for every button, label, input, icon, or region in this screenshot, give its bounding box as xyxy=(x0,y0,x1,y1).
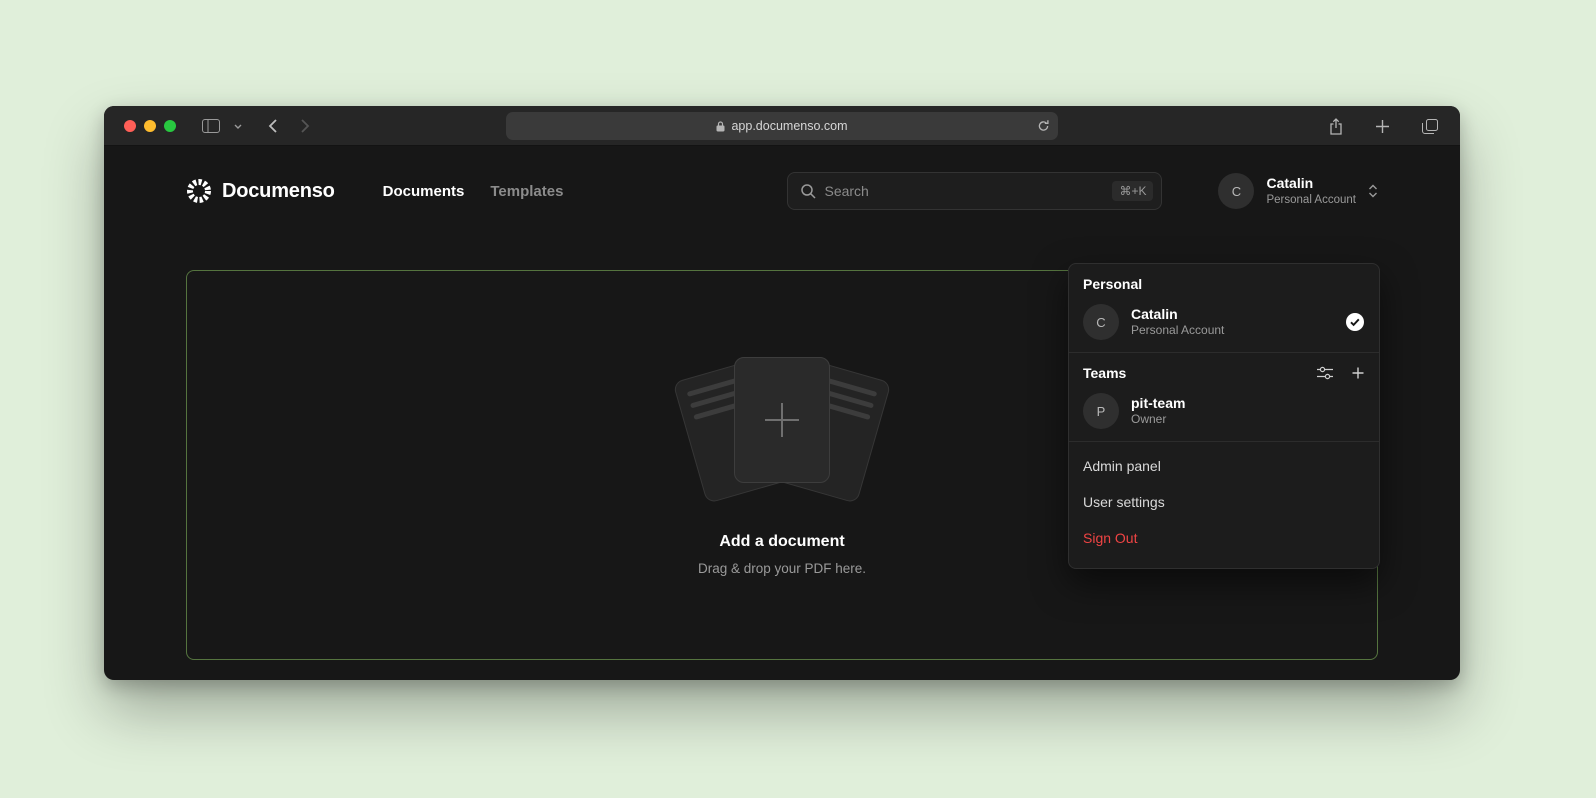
brand-logo-link[interactable]: Documenso xyxy=(186,178,335,204)
brand-name: Documenso xyxy=(222,180,335,203)
menu-item-admin-panel[interactable]: Admin panel xyxy=(1069,448,1379,484)
search-input[interactable] xyxy=(824,183,1104,199)
new-tab-icon[interactable] xyxy=(1369,112,1396,140)
account-name: Catalin xyxy=(1266,175,1356,193)
zoom-window-button[interactable] xyxy=(164,120,176,132)
tab-overview-icon[interactable] xyxy=(1416,112,1444,140)
manage-teams-icon[interactable] xyxy=(1317,366,1333,380)
team-avatar: P xyxy=(1083,393,1119,429)
personal-type: Personal Account xyxy=(1131,323,1224,339)
account-menu-button[interactable]: C Catalin Personal Account xyxy=(1218,173,1378,209)
share-icon[interactable] xyxy=(1323,112,1349,140)
team-name: pit-team xyxy=(1131,394,1185,412)
teams-section-header: Teams xyxy=(1069,353,1379,389)
search-icon xyxy=(800,183,816,199)
add-team-icon[interactable] xyxy=(1351,366,1365,380)
account-dropdown-menu: Personal C Catalin Personal Account Team… xyxy=(1068,263,1380,569)
sidebar-toggle-icon[interactable] xyxy=(196,112,226,140)
forward-button[interactable] xyxy=(295,112,316,140)
back-button[interactable] xyxy=(262,112,283,140)
personal-name: Catalin xyxy=(1131,305,1224,323)
nav-item-templates[interactable]: Templates xyxy=(490,183,563,200)
url-text: app.documenso.com xyxy=(731,119,847,133)
refresh-icon[interactable] xyxy=(1037,120,1050,133)
account-avatar: C xyxy=(1218,173,1254,209)
nav-item-documents[interactable]: Documents xyxy=(383,183,465,200)
toolbar-nav-group xyxy=(196,106,316,146)
personal-section-label: Personal xyxy=(1069,264,1379,300)
primary-nav: Documents Templates xyxy=(383,183,564,200)
close-window-button[interactable] xyxy=(124,120,136,132)
browser-toolbar: app.documenso.com xyxy=(104,106,1460,146)
teams-section-label: Teams xyxy=(1083,365,1126,381)
personal-avatar: C xyxy=(1083,304,1119,340)
app-content: Documenso Documents Templates ⌘+K C Cata… xyxy=(104,146,1460,679)
team-item-pit-team[interactable]: P pit-team Owner xyxy=(1069,389,1379,441)
dropzone-title: Add a document xyxy=(719,533,844,551)
lock-icon xyxy=(716,121,725,132)
selected-check-icon xyxy=(1345,312,1365,332)
minimize-window-button[interactable] xyxy=(144,120,156,132)
window-controls xyxy=(124,106,176,146)
personal-account-item[interactable]: C Catalin Personal Account xyxy=(1069,300,1379,352)
team-role: Owner xyxy=(1131,412,1185,428)
search-shortcut-badge: ⌘+K xyxy=(1112,181,1153,201)
document-stack-illustration xyxy=(672,355,892,505)
chevron-up-down-icon xyxy=(1368,184,1378,198)
account-type: Personal Account xyxy=(1266,193,1356,207)
plus-icon xyxy=(765,403,799,437)
front-card xyxy=(734,357,830,483)
sidebar-chevron-down-icon[interactable] xyxy=(228,112,248,140)
menu-item-user-settings[interactable]: User settings xyxy=(1069,484,1379,520)
address-bar[interactable]: app.documenso.com xyxy=(506,112,1058,140)
dropzone-subtitle: Drag & drop your PDF here. xyxy=(698,561,866,576)
menu-items: Admin panel User settings Sign Out xyxy=(1069,442,1379,562)
search-bar[interactable]: ⌘+K xyxy=(787,172,1162,210)
toolbar-right-group xyxy=(1323,106,1444,146)
browser-window: app.documenso.com Documenso xyxy=(104,106,1460,680)
menu-item-sign-out[interactable]: Sign Out xyxy=(1069,520,1379,556)
documenso-logo-icon xyxy=(186,178,212,204)
app-header: Documenso Documents Templates ⌘+K C Cata… xyxy=(186,146,1378,236)
